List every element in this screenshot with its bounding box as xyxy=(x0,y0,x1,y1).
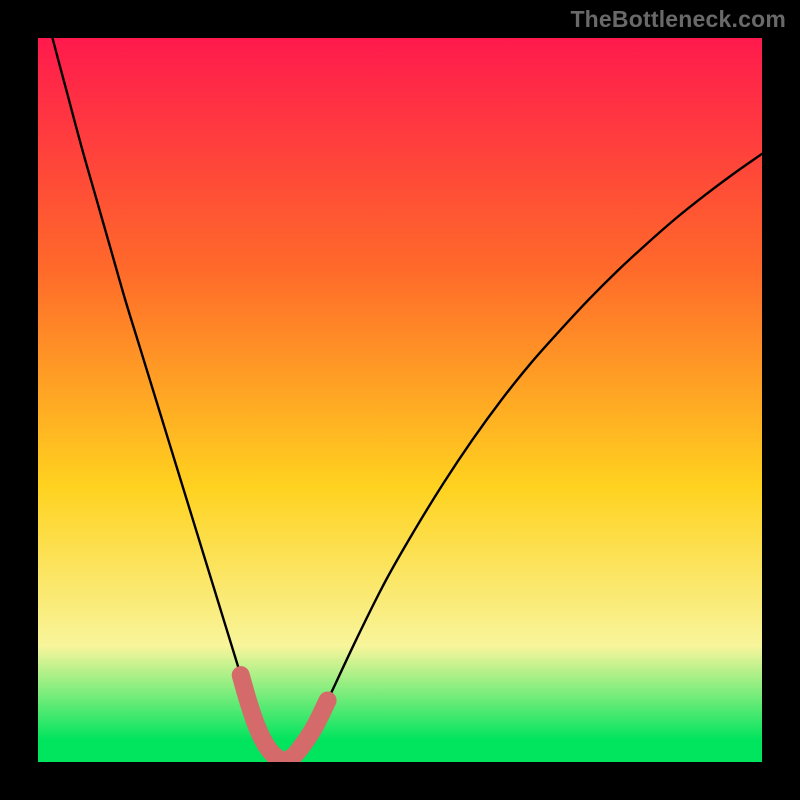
watermark-label: TheBottleneck.com xyxy=(570,6,786,33)
gradient-background xyxy=(38,38,762,762)
bottleneck-chart xyxy=(0,0,800,800)
chart-frame: TheBottleneck.com xyxy=(0,0,800,800)
